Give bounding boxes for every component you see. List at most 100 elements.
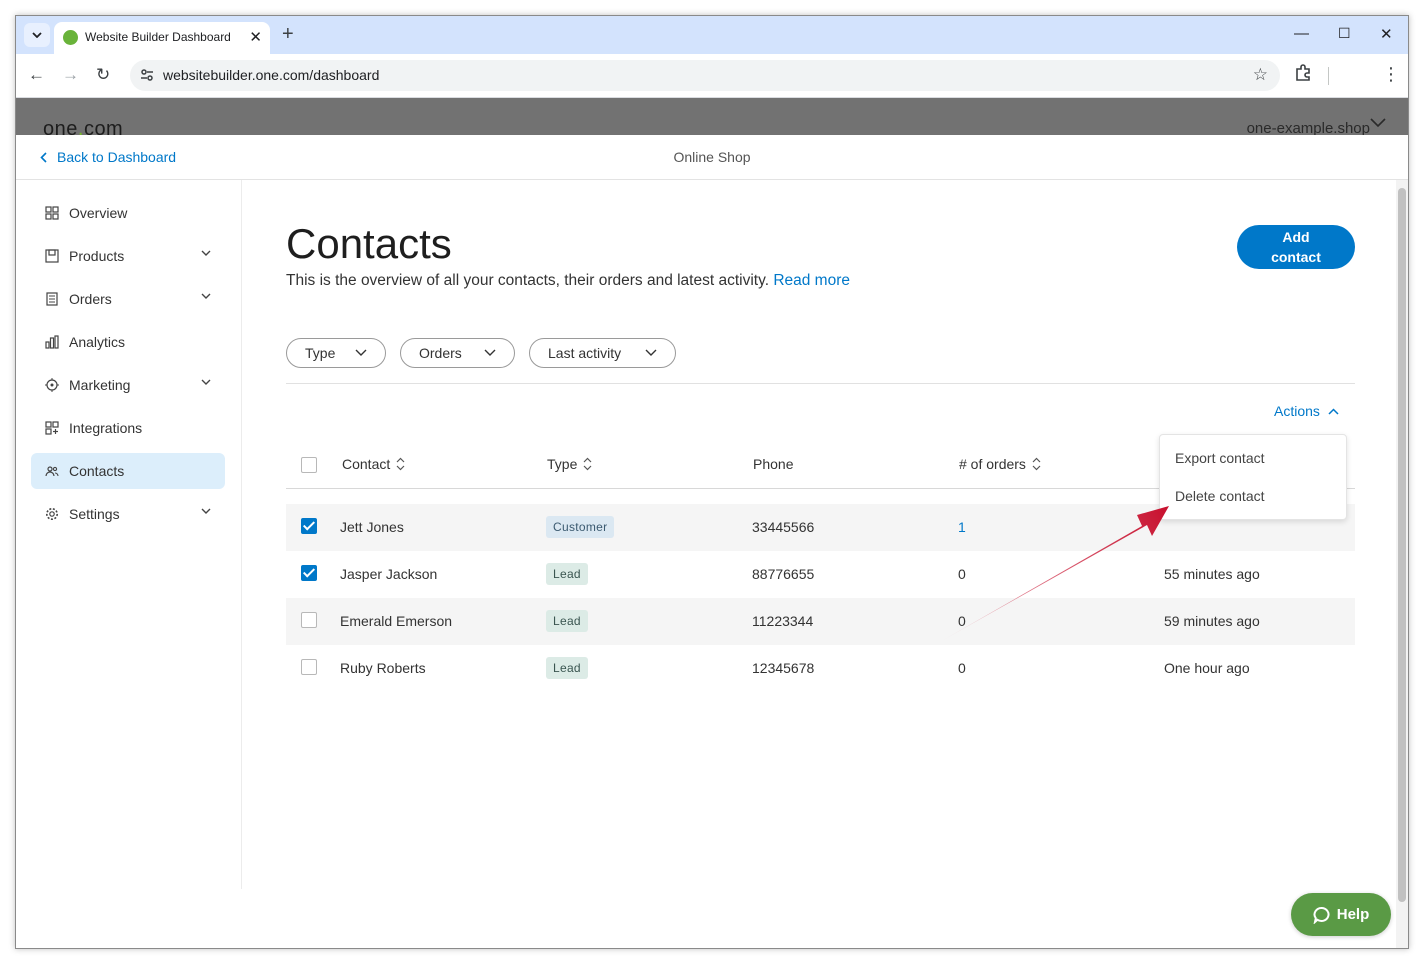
orders-count-link[interactable]: 1 xyxy=(958,519,966,535)
sidebar-item-analytics[interactable]: Analytics xyxy=(31,324,225,360)
row-checkbox[interactable] xyxy=(301,612,317,628)
list-icon xyxy=(44,291,60,307)
chevron-down-icon xyxy=(201,293,211,299)
one-com-logo[interactable]: one.com xyxy=(43,118,123,135)
box-icon xyxy=(44,248,60,264)
sidebar-item-contacts[interactable]: Contacts xyxy=(31,453,225,489)
table-row[interactable]: Ruby Roberts Lead 12345678 0 One hour ag… xyxy=(286,645,1355,692)
phone-number: 12345678 xyxy=(752,660,815,676)
close-tab-icon[interactable]: ✕ xyxy=(249,28,262,46)
filter-type[interactable]: Type xyxy=(286,338,386,368)
chevron-down-icon xyxy=(355,349,367,356)
reload-icon[interactable]: ↻ xyxy=(96,65,110,85)
sidebar-item-marketing[interactable]: Marketing xyxy=(31,367,225,403)
last-activity: 55 minutes ago xyxy=(1164,566,1260,582)
type-badge: Customer xyxy=(546,516,615,538)
orders-count: 0 xyxy=(958,613,966,629)
phone-number: 33445566 xyxy=(752,519,815,535)
filter-divider xyxy=(286,383,1355,384)
bookmark-star-icon[interactable]: ☆ xyxy=(1253,65,1268,85)
delete-contact-menu-item[interactable]: Delete contact xyxy=(1175,488,1265,504)
maximize-icon[interactable]: ☐ xyxy=(1338,25,1351,42)
phone-number: 11223344 xyxy=(752,613,814,629)
contact-name[interactable]: Jett Jones xyxy=(340,519,404,535)
chevron-down-icon xyxy=(1370,118,1386,128)
new-tab-icon[interactable]: + xyxy=(282,23,294,45)
back-arrow-icon[interactable]: ← xyxy=(28,65,45,85)
chevron-down-icon xyxy=(484,349,496,356)
actions-toggle[interactable]: Actions xyxy=(1274,403,1339,419)
sort-icon xyxy=(396,457,405,471)
page-context-title: Online Shop xyxy=(673,149,751,165)
last-activity: 59 minutes ago xyxy=(1164,613,1260,629)
type-badge: Lead xyxy=(546,563,588,585)
browser-tab[interactable]: Website Builder Dashboard ✕ xyxy=(54,22,270,54)
sidebar-item-settings[interactable]: Settings xyxy=(31,496,225,532)
sidebar-item-products[interactable]: Products xyxy=(31,238,225,274)
table-row[interactable]: Jasper Jackson Lead 88776655 0 55 minute… xyxy=(286,551,1355,598)
filter-last-activity[interactable]: Last activity xyxy=(529,338,676,368)
sort-icon xyxy=(1032,457,1041,471)
row-checkbox[interactable] xyxy=(301,659,317,675)
bar-chart-icon xyxy=(44,334,60,350)
browser-window: Website Builder Dashboard ✕ + — ☐ ✕ ← → … xyxy=(15,15,1409,949)
site-settings-icon[interactable] xyxy=(140,68,154,82)
row-checkbox[interactable] xyxy=(301,518,317,534)
export-contact-menu-item[interactable]: Export contact xyxy=(1175,450,1265,466)
tab-title: Website Builder Dashboard xyxy=(85,30,231,44)
phone-number: 88776655 xyxy=(752,566,815,582)
type-badge: Lead xyxy=(546,610,588,632)
filter-orders[interactable]: Orders xyxy=(400,338,515,368)
actions-menu: Export contact Delete contact xyxy=(1159,434,1347,520)
page-title: Contacts xyxy=(286,220,452,267)
orders-count: 0 xyxy=(958,566,966,582)
column-header-orders[interactable]: # of orders xyxy=(959,456,1041,472)
chevron-down-icon xyxy=(201,508,211,514)
chat-bubble-icon xyxy=(1313,906,1330,924)
chevron-down-icon xyxy=(201,250,211,256)
forward-arrow-icon[interactable]: → xyxy=(62,65,79,85)
address-bar[interactable]: websitebuilder.one.com/dashboard ☆ xyxy=(130,60,1280,91)
chevron-down-icon xyxy=(32,32,42,38)
last-activity: One hour ago xyxy=(1164,660,1250,676)
contact-name[interactable]: Ruby Roberts xyxy=(340,660,426,676)
select-all-checkbox[interactable] xyxy=(301,457,317,473)
minimize-icon[interactable]: — xyxy=(1294,25,1309,42)
sidebar-item-overview[interactable]: Overview xyxy=(31,195,225,231)
chevron-down-icon xyxy=(201,379,211,385)
orders-count: 0 xyxy=(958,660,966,676)
tab-search-button[interactable] xyxy=(24,23,50,47)
extensions-icon[interactable] xyxy=(1294,64,1312,82)
sidebar-item-integrations[interactable]: Integrations xyxy=(31,410,225,446)
read-more-link[interactable]: Read more xyxy=(773,272,850,289)
browser-toolbar: ← → ↻ websitebuilder.one.com/dashboard ☆… xyxy=(16,54,1408,98)
favicon-icon xyxy=(63,30,78,45)
add-contact-button[interactable]: Add contact xyxy=(1237,225,1355,269)
contact-name[interactable]: Emerald Emerson xyxy=(340,613,452,629)
table-row[interactable]: Emerald Emerson Lead 11223344 0 59 minut… xyxy=(286,598,1355,645)
help-button[interactable]: Help xyxy=(1291,893,1391,936)
main-content: Contacts This is the overview of all you… xyxy=(242,180,1402,948)
tab-strip: Website Builder Dashboard ✕ + — ☐ ✕ xyxy=(16,16,1408,54)
row-checkbox[interactable] xyxy=(301,565,317,581)
people-icon xyxy=(44,463,60,479)
browser-menu-icon[interactable]: ⋮ xyxy=(1382,64,1400,84)
close-window-icon[interactable]: ✕ xyxy=(1380,25,1393,43)
column-header-type[interactable]: Type xyxy=(547,456,592,472)
type-badge: Lead xyxy=(546,657,588,679)
sub-header: Back to Dashboard Online Shop xyxy=(16,135,1408,180)
page-description: This is the overview of all your contact… xyxy=(286,272,850,289)
puzzle-icon xyxy=(44,420,60,436)
grid-icon xyxy=(44,205,60,221)
sort-icon xyxy=(583,457,592,471)
domain-selector[interactable]: one-example.shop xyxy=(1247,120,1370,135)
sidebar-item-orders[interactable]: Orders xyxy=(31,281,225,317)
contact-name[interactable]: Jasper Jackson xyxy=(340,566,437,582)
scrollbar-thumb[interactable] xyxy=(1398,188,1406,902)
gear-icon xyxy=(44,506,60,522)
chevron-down-icon xyxy=(645,349,657,356)
column-header-contact[interactable]: Contact xyxy=(342,456,405,472)
target-icon xyxy=(44,377,60,393)
url-text: websitebuilder.one.com/dashboard xyxy=(163,67,380,83)
sidebar: Overview Products Orders Analytics Marke… xyxy=(16,180,242,889)
